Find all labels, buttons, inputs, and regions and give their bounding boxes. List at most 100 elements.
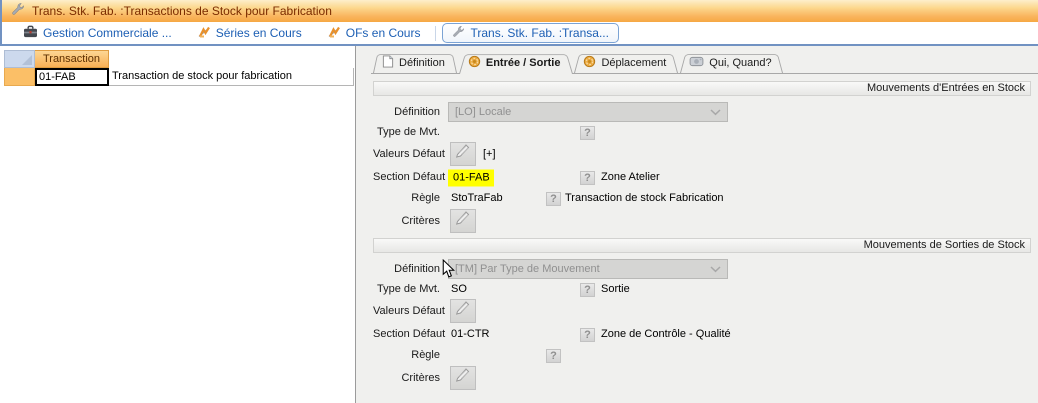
window-title-bar: Trans. Stk. Fab. :Transactions de Stock …: [0, 0, 1038, 22]
wrench-icon: [11, 2, 25, 21]
field-row-type-mvt: Type de Mvt. SO ? Sortie: [373, 282, 1031, 297]
cursor-icon: [442, 259, 455, 284]
tab-definition[interactable]: Définition: [373, 52, 457, 73]
lookup-question-button[interactable]: ?: [580, 328, 595, 342]
progress-icon: [198, 26, 211, 41]
field-label: Section Défaut: [373, 326, 440, 343]
field-description: Zone Atelier: [601, 169, 660, 186]
chevron-down-icon: [710, 266, 727, 273]
section-defaut-field-value[interactable]: 01-CTR: [451, 326, 490, 343]
mdi-tab-series-en-cours[interactable]: Séries en Cours: [185, 23, 315, 43]
mdi-tab-label: Séries en Cours: [216, 26, 302, 40]
field-row-criteres: Critères: [373, 366, 1031, 390]
field-description: Zone de Contrôle - Qualité: [601, 326, 731, 343]
hand-edit-icon: [454, 142, 472, 166]
field-row-type-mvt: Type de Mvt. ?: [373, 125, 1031, 140]
progress-icon: [328, 26, 341, 41]
mdi-tab-ofs-en-cours[interactable]: OFs en Cours: [315, 23, 434, 43]
gear-icon: [583, 55, 596, 71]
field-row-criteres: Critères: [373, 209, 1031, 233]
table-row: 01-FAB Transaction de stock pour fabrica…: [4, 68, 354, 86]
mdi-tab-trans-stk-fab[interactable]: Trans. Stk. Fab. :Transa...: [442, 23, 619, 43]
field-row-definition: Définition [TM] Par Type de Mouvement: [373, 259, 1031, 279]
detail-tab-bar: Définition Entrée / Sortie Déplacement Q…: [371, 53, 1038, 74]
mdi-tab-label: Trans. Stk. Fab. :Transa...: [470, 26, 609, 40]
field-label: Section Défaut: [373, 169, 440, 186]
mdi-tab-label: OFs en Cours: [346, 26, 421, 40]
grid-column-header[interactable]: Transaction: [35, 50, 109, 68]
row-selector-cell[interactable]: [4, 68, 35, 86]
section-defaut-field-highlighted[interactable]: 01-FAB: [448, 169, 494, 186]
wrench-icon: [452, 25, 465, 41]
who-when-icon: [689, 56, 704, 70]
chevron-down-icon: [710, 109, 727, 116]
tab-label: Qui, Quand?: [709, 57, 771, 69]
field-row-regle: Règle StoTraFab ? Transaction de stock F…: [373, 191, 1031, 206]
tab-deplacement[interactable]: Déplacement: [574, 52, 678, 73]
field-row-valeurs-defaut: Valeurs Défaut: [373, 299, 1031, 323]
field-label: Valeurs Défaut: [373, 299, 440, 323]
grid-corner-cell[interactable]: [4, 50, 35, 68]
type-mvt-field-value[interactable]: SO: [451, 282, 467, 297]
field-row-definition: Définition [LO] Locale: [373, 102, 1031, 122]
criteria-button[interactable]: [450, 209, 476, 233]
lookup-question-button[interactable]: ?: [580, 171, 595, 185]
section-header: Mouvements de Sorties de Stock: [373, 238, 1031, 253]
tab-entree-sortie[interactable]: Entrée / Sortie: [459, 52, 573, 73]
definition-dropdown[interactable]: [LO] Locale: [448, 102, 728, 122]
field-label: Définition: [373, 102, 440, 122]
field-description: Transaction de stock Fabrication: [565, 191, 724, 206]
tab-separator: [435, 26, 436, 41]
gear-icon: [468, 55, 481, 71]
section-header: Mouvements d'Entrées en Stock: [373, 81, 1031, 96]
tab-label: Entrée / Sortie: [486, 57, 561, 69]
field-row-section-defaut: Section Défaut 01-CTR ? Zone de Contrôle…: [373, 326, 1031, 343]
field-label: Critères: [373, 366, 440, 390]
field-label: Type de Mvt.: [373, 282, 440, 297]
dropdown-selected-value: [TM] Par Type de Mouvement: [449, 259, 710, 279]
field-label: Critères: [373, 209, 440, 233]
detail-panel: Définition Entrée / Sortie Déplacement Q…: [357, 46, 1038, 403]
hand-edit-icon: [454, 299, 472, 323]
field-label: Type de Mvt.: [373, 125, 440, 140]
mdi-tab-strip: Gestion Commerciale ... Séries en Cours …: [0, 22, 1038, 46]
page-title: Trans. Stk. Fab. :Transactions de Stock …: [32, 4, 332, 18]
hand-edit-icon: [454, 209, 472, 233]
tab-qui-quand[interactable]: Qui, Quand?: [680, 52, 783, 73]
definition-dropdown[interactable]: [TM] Par Type de Mouvement: [448, 259, 728, 279]
lookup-question-button[interactable]: ?: [580, 126, 595, 140]
toolbox-icon: [23, 25, 38, 41]
field-row-section-defaut: Section Défaut 01-FAB ? Zone Atelier: [373, 169, 1031, 186]
dropdown-selected-value: [LO] Locale: [449, 102, 710, 122]
mdi-tab-label: Gestion Commerciale ...: [43, 26, 172, 40]
field-label: Règle: [373, 348, 440, 363]
field-label: Valeurs Défaut: [373, 142, 440, 166]
transaction-grid: Transaction 01-FAB Transaction de stock …: [4, 50, 354, 86]
grid-header-row: Transaction: [4, 50, 354, 68]
transaction-description-cell[interactable]: Transaction de stock pour fabrication: [109, 68, 354, 86]
mdi-tab-gestion-commerciale[interactable]: Gestion Commerciale ...: [10, 23, 185, 43]
default-values-button[interactable]: [450, 299, 476, 323]
plus-indicator: [+]: [483, 142, 496, 166]
transaction-code-cell[interactable]: 01-FAB: [35, 68, 109, 86]
lookup-question-button[interactable]: ?: [546, 349, 561, 363]
section-entrees-stock: Mouvements d'Entrées en Stock Définition…: [373, 81, 1031, 241]
tab-label: Définition: [399, 57, 445, 69]
field-row-regle: Règle ?: [373, 348, 1031, 363]
application-window: Trans. Stk. Fab. :Transactions de Stock …: [0, 0, 1038, 403]
hand-edit-icon: [454, 366, 472, 390]
criteria-button[interactable]: [450, 366, 476, 390]
field-label: Règle: [373, 191, 440, 206]
regle-field-value[interactable]: StoTraFab: [451, 191, 503, 206]
section-sorties-stock: Mouvements de Sorties de Stock Définitio…: [373, 238, 1031, 398]
corner-triangle-icon: [22, 55, 32, 65]
left-panel: Transaction 01-FAB Transaction de stock …: [0, 46, 356, 403]
field-row-valeurs-defaut: Valeurs Défaut [+]: [373, 142, 1031, 166]
page-icon: [382, 55, 394, 71]
lookup-question-button[interactable]: ?: [546, 192, 561, 206]
default-values-button[interactable]: [450, 142, 476, 166]
tab-label: Déplacement: [601, 57, 666, 69]
lookup-question-button[interactable]: ?: [580, 283, 595, 297]
field-label: Définition: [373, 259, 440, 279]
field-description: Sortie: [601, 282, 630, 297]
